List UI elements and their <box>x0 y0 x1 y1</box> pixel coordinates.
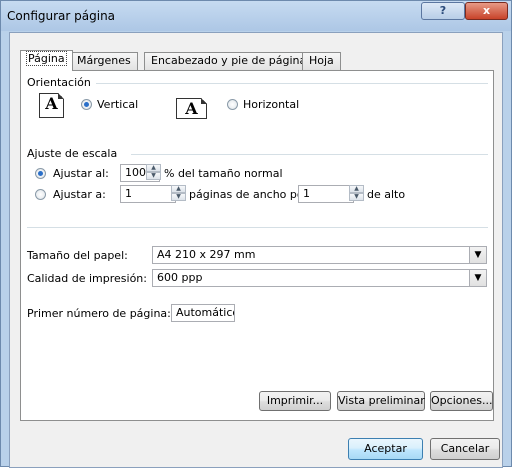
section-separator <box>27 227 488 228</box>
scaling-separator <box>131 154 488 155</box>
chevron-down-icon[interactable]: ▼ <box>469 247 486 263</box>
spin-up-icon[interactable]: ▲ <box>146 164 161 172</box>
spin-down-icon[interactable]: ▼ <box>171 193 186 201</box>
ok-button[interactable]: Aceptar <box>348 438 423 460</box>
paper-size-value: A4 210 x 297 mm <box>157 248 256 261</box>
print-quality-value: 600 ppp <box>157 271 203 284</box>
spin-up-icon[interactable]: ▲ <box>171 185 186 193</box>
print-quality-select[interactable]: 600 ppp ▼ <box>152 269 487 287</box>
paper-size-label: Tamaño del papel: <box>27 249 128 262</box>
tab-hoja[interactable]: Hoja <box>302 52 341 70</box>
paper-size-select[interactable]: A4 210 x 297 mm ▼ <box>152 246 487 264</box>
fit-wide-spinner[interactable]: ▲ ▼ <box>171 185 186 203</box>
first-page-label: Primer número de página: <box>27 307 171 320</box>
dialog-client: Página Márgenes Encabezado y pie de pági… <box>9 32 503 468</box>
fit-wide-input[interactable]: 1 <box>120 185 176 203</box>
window-title: Configurar página <box>7 9 116 23</box>
landscape-icon: A <box>176 98 207 119</box>
options-button[interactable]: Opciones... <box>430 391 493 411</box>
tab-pagina[interactable]: Página <box>20 50 73 71</box>
spin-down-icon[interactable]: ▼ <box>146 172 161 180</box>
chevron-down-icon[interactable]: ▼ <box>469 270 486 286</box>
fit-to-label[interactable]: Ajustar a: <box>53 188 106 201</box>
fit-tall-input[interactable]: 1 <box>298 185 354 203</box>
fit-tall-suffix: de alto <box>367 188 406 201</box>
tab-pagina-label: Página <box>26 51 67 66</box>
cancel-button[interactable]: Cancelar <box>430 438 500 460</box>
print-quality-label: Calidad de impresión: <box>27 272 147 285</box>
fit-to-radio[interactable] <box>35 189 46 200</box>
page-setup-dialog: Configurar página ? x Página Márgenes En… <box>0 0 512 468</box>
spin-up-icon[interactable]: ▲ <box>349 185 364 193</box>
tab-panel: Orientación A Vertical A Horizontal Ajus… <box>20 70 494 421</box>
tab-margenes[interactable]: Márgenes <box>70 52 138 70</box>
help-button[interactable]: ? <box>421 2 465 20</box>
print-button[interactable]: Imprimir... <box>259 391 331 411</box>
horizontal-label[interactable]: Horizontal <box>243 98 299 111</box>
first-page-input[interactable]: Automático <box>171 304 235 322</box>
scaling-group-label: Ajuste de escala <box>27 147 118 160</box>
adjust-to-spinner[interactable]: ▲ ▼ <box>146 164 161 182</box>
adjust-to-label[interactable]: Ajustar al: <box>53 167 109 180</box>
spin-down-icon[interactable]: ▼ <box>349 193 364 201</box>
orientation-group-label: Orientación <box>27 76 91 89</box>
adjust-to-suffix: % del tamaño normal <box>164 167 283 180</box>
fit-tall-spinner[interactable]: ▲ ▼ <box>349 185 364 203</box>
orientation-separator <box>96 83 488 84</box>
horizontal-radio[interactable] <box>227 99 238 110</box>
title-bar[interactable]: Configurar página ? x <box>1 1 511 31</box>
close-button[interactable]: x <box>465 2 508 20</box>
adjust-to-radio[interactable] <box>35 168 46 179</box>
fit-wide-suffix: páginas de ancho por <box>189 188 309 201</box>
vertical-label[interactable]: Vertical <box>97 98 138 111</box>
tab-encabezado[interactable]: Encabezado y pie de página <box>144 52 314 70</box>
portrait-icon: A <box>39 93 64 118</box>
vertical-radio[interactable] <box>81 99 92 110</box>
print-preview-button[interactable]: Vista preliminar <box>337 391 425 411</box>
